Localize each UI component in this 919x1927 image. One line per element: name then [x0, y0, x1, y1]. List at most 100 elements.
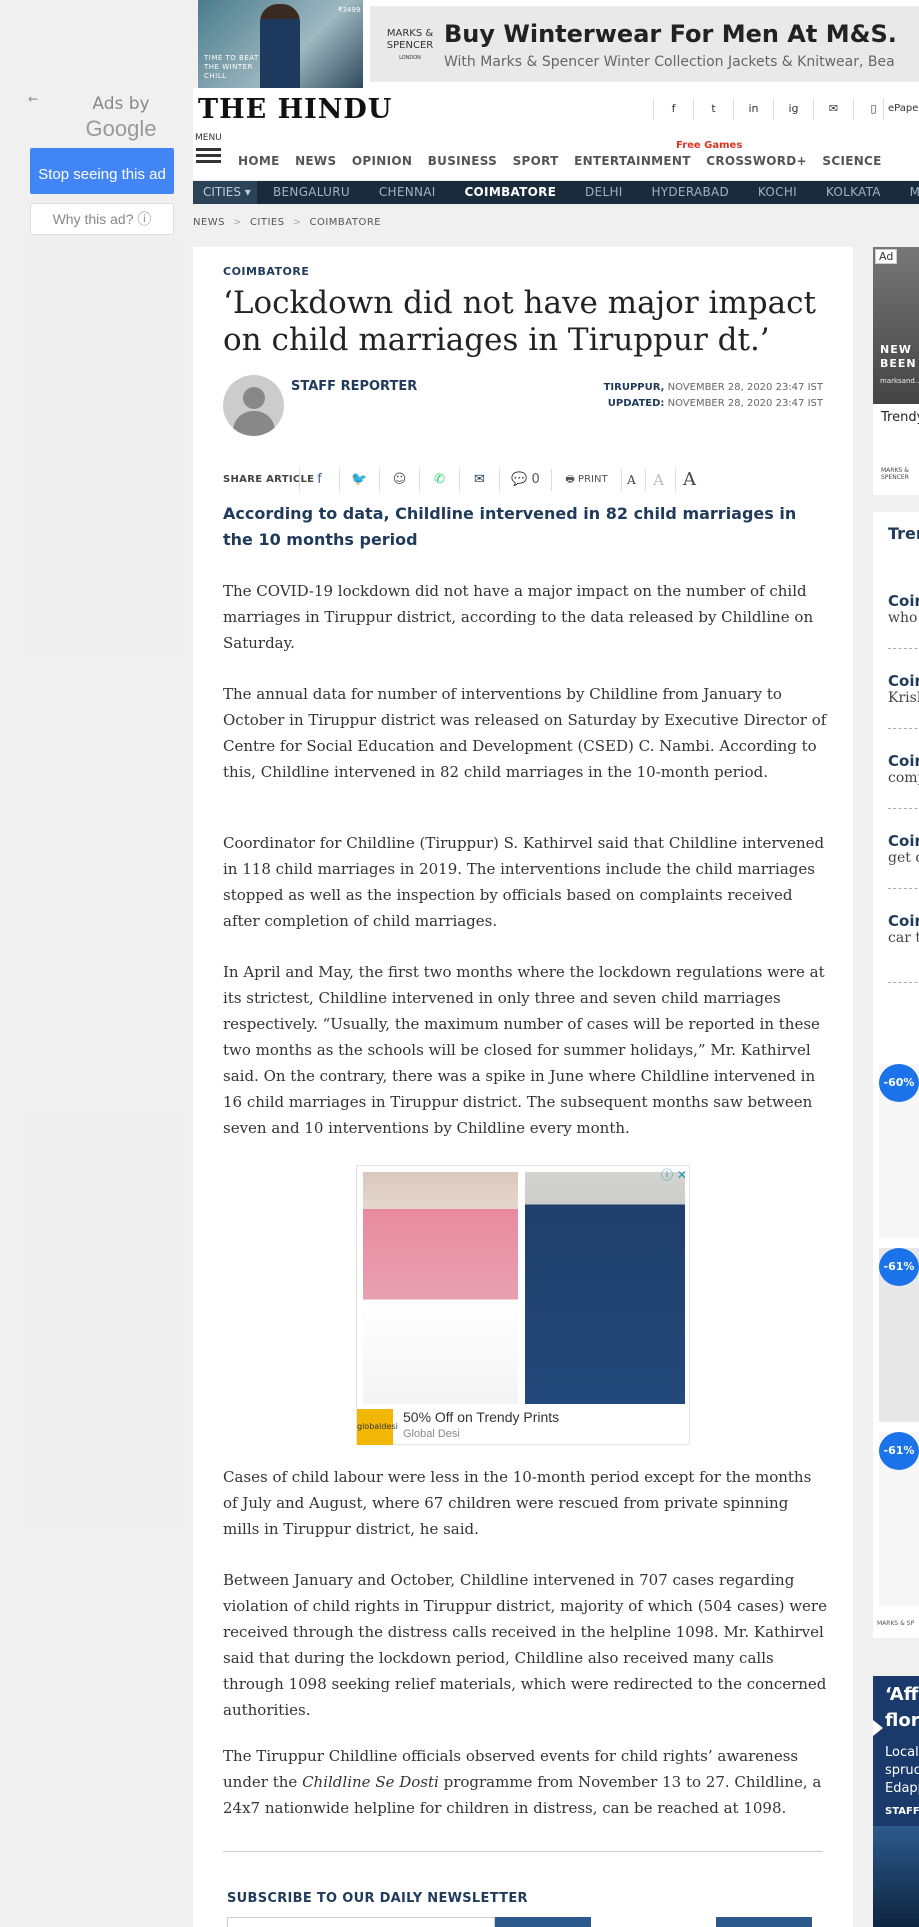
article-divider [223, 1851, 823, 1852]
linkedin-icon[interactable]: in [733, 98, 773, 120]
hamburger-menu-icon[interactable] [196, 148, 221, 164]
nav-science[interactable]: SCIENCE [822, 154, 881, 168]
breadcrumb-cities[interactable]: CITIES [250, 217, 285, 228]
cities-bar: CITIES ▾ BENGALURU CHENNAI COIMBATORE DE… [193, 181, 919, 204]
why-this-ad-button[interactable]: Why this ad? ⓘ [30, 203, 174, 235]
trending-item[interactable]: Coimget d [888, 832, 919, 866]
trending-separator [888, 808, 919, 809]
trending-item[interactable]: Coimcomp [888, 752, 919, 786]
city-delhi[interactable]: DELHI [585, 185, 623, 199]
trending-item[interactable]: Coimcar ti [888, 912, 919, 946]
site-logo[interactable]: THE HINDU [198, 94, 392, 125]
right-ad-trend[interactable]: Trendy [881, 410, 919, 425]
ad-product-image-blue-kurta[interactable] [525, 1172, 685, 1404]
top-banner-ad[interactable]: TIME TO BEAT THE WINTER CHILL ₹3499 MARK… [198, 0, 919, 88]
ad-product-image-pink-kurta[interactable] [363, 1172, 518, 1404]
promo-title[interactable]: ‘Affo flora [885, 1682, 919, 1734]
city-chennai[interactable]: CHENNAI [379, 185, 436, 199]
twitter-share-icon[interactable]: 🐦 [339, 469, 379, 491]
nav-opinion[interactable]: OPINION [352, 154, 412, 168]
shopping-ad-panel[interactable]: -60% -61% -61% MARKS & SP [873, 1058, 919, 1638]
nav-news[interactable]: NEWS [295, 154, 336, 168]
twitter-icon[interactable]: t [693, 98, 733, 120]
newsletter-subscribe-button[interactable] [495, 1917, 591, 1927]
free-games-label[interactable]: Free Games [676, 140, 742, 151]
arrow-left-icon[interactable]: ← [28, 92, 38, 106]
trending-item[interactable]: Coimwho [888, 592, 919, 626]
newsletter-secondary-button[interactable] [716, 1917, 812, 1927]
promo-story-card[interactable]: ‘Affo flora Local spruc Edapp STAFF [873, 1676, 919, 1927]
ad-image-winterwear[interactable]: TIME TO BEAT THE WINTER CHILL ₹3499 [198, 0, 363, 88]
programme-name: Childline Se Dosti [302, 1773, 439, 1791]
nav-business[interactable]: BUSINESS [428, 154, 497, 168]
article-paragraph-1: The COVID-19 lockdown did not have a maj… [223, 582, 814, 652]
inline-ad[interactable]: ⓘ ✕ globaldesi 50% Off on Trendy Prints … [356, 1165, 690, 1445]
discount-badge: -61% [879, 1248, 919, 1286]
nav-home[interactable]: HOME [238, 154, 280, 168]
breadcrumb-coimbatore[interactable]: COIMBATORE [309, 217, 381, 228]
ad-label: Ad [875, 249, 898, 264]
right-ad-subtext: marksand... [880, 377, 919, 385]
promo-arrow-icon [873, 1720, 883, 1736]
breadcrumb-news[interactable]: NEWS [193, 217, 225, 228]
font-size-small-button[interactable]: A [621, 469, 641, 491]
ad-image-tagline: TIME TO BEAT THE WINTER CHILL [204, 54, 259, 80]
trending-separator [888, 648, 919, 649]
shop-brand: MARKS & SP [877, 1620, 915, 1627]
ad-title[interactable]: 50% Off on Trendy Prints [403, 1409, 559, 1425]
promo-author: STAFF [885, 1806, 919, 1817]
trending-panel: Tren Coimwho CoimKrish Coimcomp Coimget … [873, 512, 919, 1062]
stop-seeing-ad-button[interactable]: Stop seeing this ad [30, 148, 174, 194]
trending-item[interactable]: CoimKrish [888, 672, 919, 706]
updated-date: NOVEMBER 28, 2020 23:47 IST [667, 398, 823, 409]
ad-headline[interactable]: Buy Winterwear For Men At M&S. [444, 20, 897, 48]
font-size-medium-button[interactable]: A [645, 469, 671, 491]
city-kolkata[interactable]: KOLKATA [826, 185, 881, 199]
left-ad-placeholder [22, 238, 182, 658]
mail-icon[interactable]: ✉ [813, 98, 853, 120]
city-mumbai[interactable]: MUMBAI [910, 185, 919, 199]
nav-crossword[interactable]: CROSSWORD+ [706, 154, 807, 168]
nav-entertainment[interactable]: ENTERTAINMENT [574, 154, 691, 168]
cities-dropdown[interactable]: CITIES ▾ [193, 181, 257, 204]
print-button[interactable]: 🖶 PRINT [551, 469, 621, 491]
menu-label: MENU [195, 133, 222, 143]
reddit-share-icon[interactable]: ☺ [379, 469, 419, 491]
site-header: THE HINDU f t in ig ✉ ▯ ePaper MENU Free… [193, 88, 919, 180]
article-card: COIMBATORE ‘Lockdown did not have major … [193, 247, 853, 1927]
nav-sport[interactable]: SPORT [513, 154, 559, 168]
google-logo: Google [85, 116, 157, 141]
comment-count-button[interactable]: 💬 0 [499, 469, 551, 491]
article-paragraph-2: The annual data for number of interventi… [223, 685, 827, 781]
updated-label: UPDATED: [607, 398, 665, 409]
instagram-icon[interactable]: ig [773, 98, 813, 120]
whatsapp-share-icon[interactable]: ✆ [419, 469, 459, 491]
city-bengaluru[interactable]: BENGALURU [273, 185, 350, 199]
ad-info-close-icon[interactable]: ⓘ ✕ [661, 1166, 687, 1183]
article-section-kicker[interactable]: COIMBATORE [223, 265, 309, 278]
advertiser-logo[interactable]: globaldesi [357, 1409, 398, 1445]
ad-text-box[interactable]: MARKS & SPENCER LONDON Buy Winterwear For… [370, 6, 919, 82]
city-coimbatore[interactable]: COIMBATORE [464, 185, 556, 199]
promo-image[interactable] [873, 1826, 919, 1927]
city-kochi[interactable]: KOCHI [758, 185, 797, 199]
ad-subline: With Marks & Spencer Winter Collection J… [444, 54, 895, 70]
discount-badge: -60% [879, 1064, 919, 1102]
email-share-icon[interactable]: ✉ [459, 469, 499, 491]
font-size-large-button[interactable]: A [675, 469, 703, 491]
facebook-icon[interactable]: f [653, 98, 693, 120]
author-name[interactable]: STAFF REPORTER [291, 379, 417, 394]
city-hyderabad[interactable]: HYDERABAD [651, 185, 729, 199]
newsletter-email-input[interactable] [227, 1917, 495, 1927]
dateline-location: TIRUPPUR, [603, 382, 665, 393]
article-dateline: TIRUPPUR, NOVEMBER 28, 2020 23:47 IST UP… [523, 380, 823, 412]
facebook-share-icon[interactable]: f [299, 469, 339, 491]
article-paragraph-7: The Tiruppur Childline officials observe… [223, 1747, 822, 1817]
article-paragraph-3: Coordinator for Childline (Tiruppur) S. … [223, 834, 825, 930]
ads-by-label: Ads by [92, 94, 150, 114]
right-sidebar-ad[interactable]: Ad NEW BEEN marksand... Trendy MARKS & S… [873, 247, 919, 495]
epaper-link[interactable]: ePaper [883, 98, 919, 120]
share-toolbar: SHARE ARTICLE f 🐦 ☺ ✆ ✉ 💬 0 🖶 PRINT A A … [223, 465, 833, 495]
article-headline: ‘Lockdown did not have major impact on c… [223, 285, 816, 358]
published-date: NOVEMBER 28, 2020 23:47 IST [667, 382, 823, 393]
